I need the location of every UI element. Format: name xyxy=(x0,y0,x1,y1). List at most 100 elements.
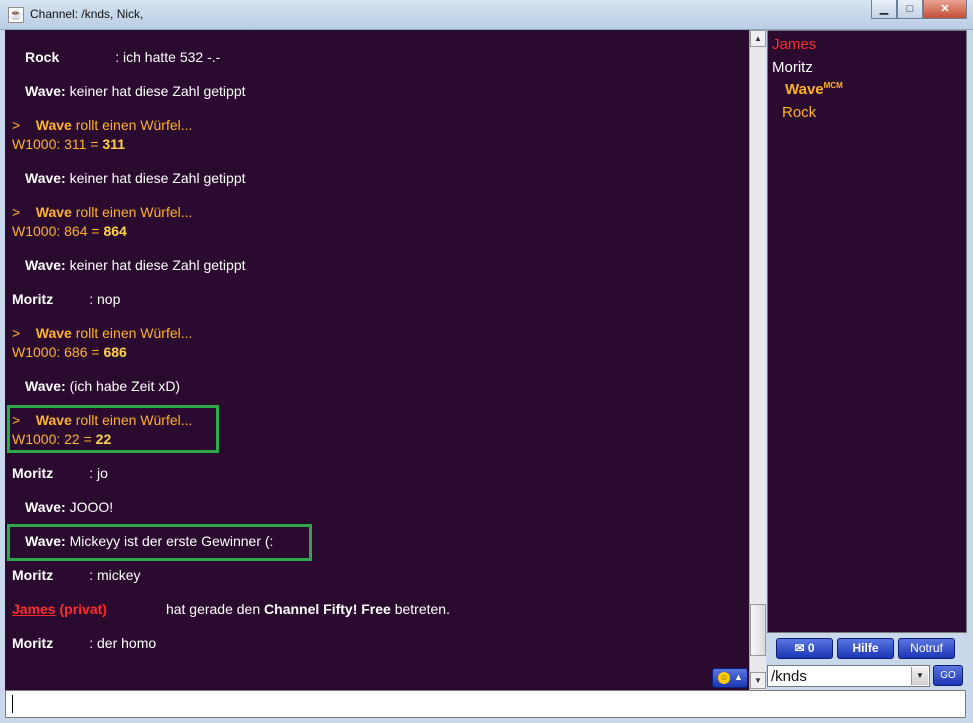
chat-message: Wave: (ich habe Zeit xD) xyxy=(25,378,180,394)
text-caret xyxy=(12,695,13,713)
roll-prefix: > xyxy=(12,412,21,428)
roll-action: rollt einen Würfel... xyxy=(71,325,193,341)
chat-message: Moritz : jo xyxy=(12,465,108,481)
maximize-button[interactable]: □ xyxy=(897,0,923,19)
chat-log: Rock : ich hatte 532 -.- Wave: keiner hat… xyxy=(5,30,749,690)
roll-action: rollt einen Würfel... xyxy=(71,412,193,428)
message-nick[interactable]: Wave: xyxy=(25,257,66,273)
java-app-icon: ☕ xyxy=(8,7,24,23)
roll-result: 22 xyxy=(95,431,112,447)
dice-roll-result: W1000: 686 = 686 xyxy=(12,344,127,360)
channel-name: Channel Fifty! Free xyxy=(264,601,391,617)
dice-roll-message: > Wave rollt einen Würfel... xyxy=(12,204,192,220)
scroll-thumb[interactable] xyxy=(750,604,766,656)
chat-message: Moritz : der homo xyxy=(12,635,156,651)
channel-select-value: /knds xyxy=(771,668,807,685)
smiley-icon: ☺ xyxy=(718,672,730,684)
user-list-item[interactable]: Rock xyxy=(782,104,816,121)
roll-prefix: > xyxy=(12,117,21,133)
chat-message: Rock : ich hatte 532 -.- xyxy=(25,49,220,65)
join-message: James (privat) hat gerade den Channel Fif… xyxy=(12,601,450,617)
scroll-up-button[interactable]: ▲ xyxy=(750,30,766,47)
message-nick[interactable]: Wave xyxy=(36,117,72,133)
dice-roll-result: W1000: 864 = 864 xyxy=(12,223,127,239)
help-button[interactable]: Hilfe xyxy=(837,638,894,659)
user-list: James Moritz WaveMCM Rock xyxy=(767,30,967,633)
message-text: keiner hat diese Zahl getippt xyxy=(65,257,246,273)
message-nick[interactable]: Wave: xyxy=(25,83,66,99)
chat-scrollbar[interactable]: ▲ ▼ xyxy=(749,30,766,690)
chat-message: Wave: keiner hat diese Zahl getippt xyxy=(25,170,246,186)
message-nick[interactable]: Wave: xyxy=(25,499,66,515)
message-text: : ich hatte 532 -.- xyxy=(115,49,221,65)
window-controls: ▁ □ ✕ xyxy=(871,0,967,20)
roll-formula: W1000: 22 = xyxy=(12,431,96,447)
message-text: keiner hat diese Zahl getippt xyxy=(65,170,246,186)
message-input[interactable] xyxy=(5,690,966,718)
title-bar[interactable]: ☕ Channel: /knds, Nick, ▁ □ ✕ xyxy=(0,0,973,30)
roll-action: rollt einen Würfel... xyxy=(71,204,193,220)
go-button[interactable]: GO xyxy=(933,665,963,686)
roll-result: 864 xyxy=(103,223,127,239)
message-nick[interactable]: Wave xyxy=(36,412,72,428)
chat-message: Wave: keiner hat diese Zahl getippt xyxy=(25,83,246,99)
user-list-item[interactable]: James xyxy=(772,36,816,53)
dice-roll-message: > Wave rollt einen Würfel... xyxy=(12,117,192,133)
user-list-item[interactable]: WaveMCM xyxy=(785,81,843,98)
message-nick[interactable]: Moritz xyxy=(12,465,53,481)
private-label[interactable]: (privat) xyxy=(59,601,106,617)
chat-message: Moritz : nop xyxy=(12,291,120,307)
envelope-icon: ✉ xyxy=(794,641,805,655)
user-list-item[interactable]: Moritz xyxy=(772,59,813,76)
message-text: hat gerade den xyxy=(165,601,265,617)
message-nick[interactable]: Moritz xyxy=(12,291,53,307)
smiley-button[interactable]: ☺ ▲ xyxy=(712,668,748,688)
roll-formula: W1000: 686 = xyxy=(12,344,104,360)
message-text-after: betreten. xyxy=(390,601,450,617)
message-nick[interactable]: James xyxy=(12,601,56,617)
minimize-button[interactable]: ▁ xyxy=(871,0,897,19)
mail-count: 0 xyxy=(807,641,815,655)
roll-formula: W1000: 864 = xyxy=(12,223,104,239)
message-text: (ich habe Zeit xD) xyxy=(65,378,181,394)
message-nick[interactable]: Wave: xyxy=(25,378,66,394)
chevron-down-icon[interactable]: ▼ xyxy=(911,667,928,685)
scroll-down-button[interactable]: ▼ xyxy=(750,672,766,689)
message-nick[interactable]: Moritz xyxy=(12,635,53,651)
message-text: : nop xyxy=(89,291,121,307)
dice-roll-message: > Wave rollt einen Würfel... xyxy=(12,412,192,428)
message-text: : mickey xyxy=(89,567,141,583)
user-badge: MCM xyxy=(823,81,843,90)
message-text: JOOO! xyxy=(65,499,114,515)
chat-message: Wave: JOOO! xyxy=(25,499,113,515)
message-nick[interactable]: Moritz xyxy=(12,567,53,583)
message-text: keiner hat diese Zahl getippt xyxy=(65,83,246,99)
channel-select[interactable]: /knds ▼ xyxy=(767,665,930,687)
message-nick[interactable]: Wave: xyxy=(25,170,66,186)
roll-result: 311 xyxy=(102,136,126,152)
chat-message: Wave: keiner hat diese Zahl getippt xyxy=(25,257,246,273)
message-text: : jo xyxy=(89,465,108,481)
mail-button[interactable]: ✉ 0 xyxy=(776,638,833,659)
dice-roll-result: W1000: 311 = 311 xyxy=(12,136,125,152)
window-title: Channel: /knds, Nick, xyxy=(30,7,144,21)
message-nick[interactable]: Rock xyxy=(25,49,59,65)
arrow-up-icon: ▲ xyxy=(734,672,743,682)
roll-result: 686 xyxy=(103,344,127,360)
roll-action: rollt einen Würfel... xyxy=(71,117,193,133)
roll-formula: W1000: 311 = xyxy=(12,136,103,152)
message-nick[interactable]: Wave xyxy=(36,204,72,220)
close-button[interactable]: ✕ xyxy=(923,0,967,19)
dice-roll-message: > Wave rollt einen Würfel... xyxy=(12,325,192,341)
message-text: : der homo xyxy=(89,635,157,651)
roll-prefix: > xyxy=(12,325,21,341)
message-nick[interactable]: Wave xyxy=(36,325,72,341)
message-text: Mickeyy ist der erste Gewinner (: xyxy=(65,533,274,549)
action-buttons: ✉ 0 Hilfe Notruf xyxy=(776,638,955,659)
emergency-button[interactable]: Notruf xyxy=(898,638,955,659)
user-name: Wave xyxy=(785,81,824,98)
message-nick[interactable]: Wave: xyxy=(25,533,66,549)
dice-roll-result: W1000: 22 = 22 xyxy=(12,431,111,447)
chat-message: Moritz : mickey xyxy=(12,567,141,583)
chat-message: Wave: Mickeyy ist der erste Gewinner (: xyxy=(25,533,273,549)
